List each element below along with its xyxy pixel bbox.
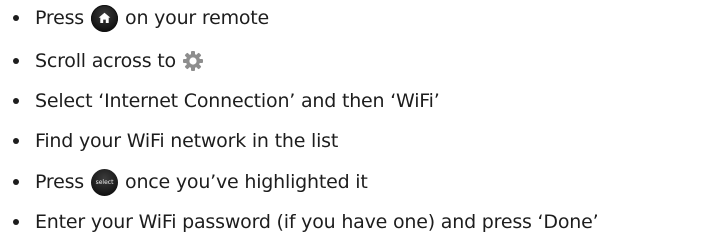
select-button-label: select bbox=[95, 178, 114, 186]
bullet bbox=[13, 58, 19, 64]
step-1: Press on your remote bbox=[13, 2, 270, 34]
step-6-text: Enter your WiFi password (if you have on… bbox=[35, 211, 599, 233]
bullet bbox=[13, 138, 19, 144]
step-3: Select ‘Internet Connection’ and then ‘W… bbox=[13, 85, 440, 117]
bullet bbox=[13, 15, 19, 21]
select-button-icon: select bbox=[91, 168, 119, 196]
step-6: Enter your WiFi password (if you have on… bbox=[13, 206, 599, 238]
bullet bbox=[13, 98, 19, 104]
step-5-text-after: once you’ve highlighted it bbox=[125, 171, 368, 193]
step-3-text: Select ‘Internet Connection’ and then ‘W… bbox=[35, 90, 440, 112]
bullet bbox=[13, 219, 19, 225]
bullet bbox=[13, 179, 19, 185]
step-5-text-before: Press bbox=[35, 171, 85, 193]
step-4-text: Find your WiFi network in the list bbox=[35, 130, 339, 152]
step-1-text-before: Press bbox=[35, 7, 85, 29]
settings-gear-icon bbox=[182, 50, 204, 72]
step-2-text: Scroll across to bbox=[35, 50, 176, 72]
step-4: Find your WiFi network in the list bbox=[13, 125, 339, 157]
step-5: Press select once you’ve highlighted it bbox=[13, 166, 368, 198]
home-button-icon bbox=[91, 4, 119, 32]
step-2: Scroll across to bbox=[13, 45, 210, 77]
step-1-text-after: on your remote bbox=[125, 7, 270, 29]
